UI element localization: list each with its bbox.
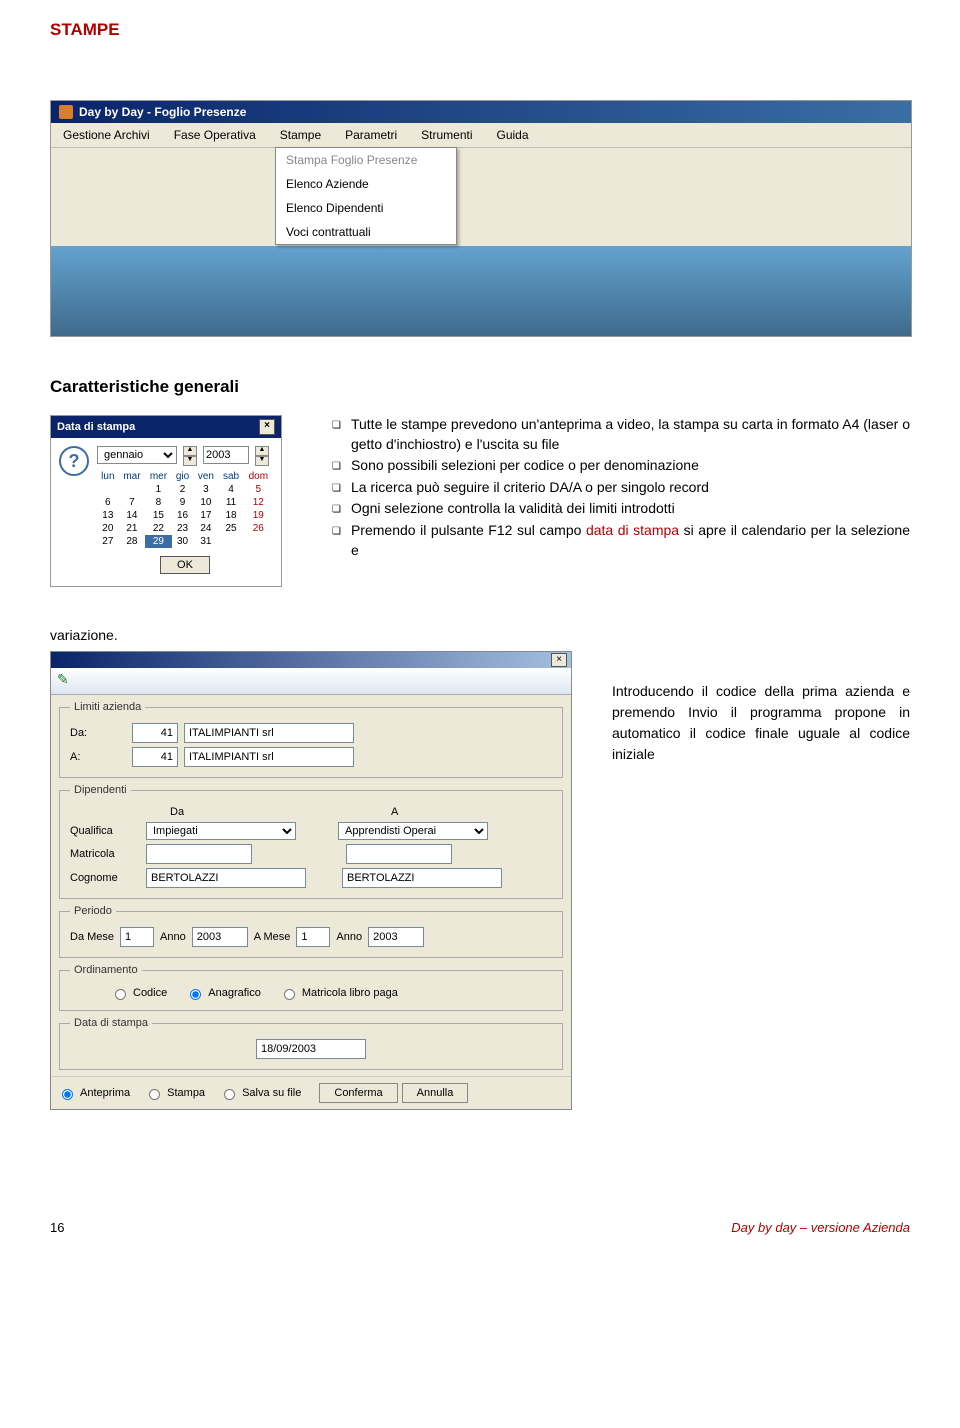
toolbar <box>51 668 571 695</box>
label-amese: A Mese <box>254 931 291 943</box>
dow-header: gio <box>172 470 194 483</box>
label-matricola: Matricola <box>70 848 140 860</box>
edit-icon[interactable] <box>57 671 77 691</box>
window-body <box>51 246 911 336</box>
cognome-da[interactable] <box>146 868 306 888</box>
data-stampa-legend: Data di stampa <box>70 1017 152 1029</box>
label-da: Da: <box>70 727 126 739</box>
menu-parametri[interactable]: Parametri <box>333 123 409 147</box>
menu-guida[interactable]: Guida <box>485 123 541 147</box>
menu-fase-operativa[interactable]: Fase Operativa <box>162 123 268 147</box>
question-icon: ? <box>59 446 89 476</box>
bullet-4: Ogni selezione controlla la validità dei… <box>332 499 910 519</box>
conferma-button[interactable]: Conferma <box>319 1083 397 1103</box>
dropdown-elenco-dipendenti[interactable]: Elenco Dipendenti <box>276 196 456 220</box>
periodo-fieldset: Periodo Da Mese Anno A Mese Anno <box>59 905 563 958</box>
dipendenti-legend: Dipendenti <box>70 784 131 796</box>
a-anno[interactable] <box>368 927 424 947</box>
ordinamento-legend: Ordinamento <box>70 964 142 976</box>
da-anno[interactable] <box>192 927 248 947</box>
radio-salva[interactable]: Salva su file <box>219 1086 301 1100</box>
calendar-grid[interactable]: lun mar mer gio ven sab dom 12345 678910… <box>97 470 273 548</box>
label-anno1: Anno <box>160 931 186 943</box>
calendar-title: Data di stampa <box>57 421 135 433</box>
periodo-legend: Periodo <box>70 905 116 917</box>
dow-header: sab <box>219 470 244 483</box>
dow-header: mer <box>145 470 172 483</box>
col-a: A <box>331 806 552 818</box>
print-form: × Limiti azienda Da: A: Dipendenti <box>50 651 572 1110</box>
radio-stampa[interactable]: Stampa <box>144 1086 205 1100</box>
limiti-azienda-fieldset: Limiti azienda Da: A: <box>59 701 563 778</box>
dow-header: mar <box>119 470 146 483</box>
col-da: Da <box>70 806 331 818</box>
year-input[interactable] <box>203 446 249 464</box>
az-a-name[interactable] <box>184 747 354 767</box>
da-mese[interactable] <box>120 927 154 947</box>
dropdown-elenco-aziende[interactable]: Elenco Aziende <box>276 172 456 196</box>
label-cognome: Cognome <box>70 872 140 884</box>
bullet-2: Sono possibili selezioni per codice o pe… <box>332 456 910 476</box>
az-a-code[interactable] <box>132 747 178 767</box>
menu-strumenti[interactable]: Strumenti <box>409 123 484 147</box>
dropdown-voci-contrattuali[interactable]: Voci contrattuali <box>276 220 456 244</box>
page-title: STAMPE <box>50 20 910 40</box>
data-stampa-input[interactable] <box>256 1039 366 1059</box>
page-number: 16 <box>50 1220 64 1235</box>
dow-header: lun <box>97 470 119 483</box>
label-a: A: <box>70 751 126 763</box>
bullet-3: La ricerca può seguire il criterio DA/A … <box>332 478 910 498</box>
bullet-5: Premendo il pulsante F12 sul campo data … <box>332 521 910 560</box>
dow-header: ven <box>193 470 218 483</box>
month-select[interactable]: gennaio <box>97 446 177 464</box>
calendar-dialog: Data di stampa × ? gennaio ▲▼ ▲▼ lun m <box>50 415 282 587</box>
window-title: Day by Day - Foglio Presenze <box>79 105 246 119</box>
az-da-name[interactable] <box>184 723 354 743</box>
section-heading: Caratteristiche generali <box>50 377 910 397</box>
matricola-da[interactable] <box>146 844 252 864</box>
close-icon[interactable]: × <box>259 419 275 435</box>
label-damese: Da Mese <box>70 931 114 943</box>
dow-header: dom <box>244 470 273 483</box>
menubar: Gestione Archivi Fase Operativa Stampe P… <box>51 123 911 148</box>
label-qualifica: Qualifica <box>70 825 140 837</box>
a-mese[interactable] <box>296 927 330 947</box>
feature-list: Tutte le stampe prevedono un'anteprima a… <box>312 415 910 562</box>
qualifica-a[interactable]: Apprendisti Operai <box>338 822 488 840</box>
az-da-code[interactable] <box>132 723 178 743</box>
dipendenti-fieldset: Dipendenti Da A Qualifica Impiegati Appr… <box>59 784 563 899</box>
radio-anteprima[interactable]: Anteprima <box>57 1086 130 1100</box>
annulla-button[interactable]: Annulla <box>402 1083 469 1103</box>
menu-stampe[interactable]: Stampe <box>268 123 333 147</box>
dropdown-stampa-foglio[interactable]: Stampa Foglio Presenze <box>276 148 456 172</box>
radio-codice[interactable]: Codice <box>110 986 167 1000</box>
java-icon <box>59 105 73 119</box>
close-icon[interactable]: × <box>551 653 567 667</box>
limiti-legend: Limiti azienda <box>70 701 145 713</box>
data-stampa-fieldset: Data di stampa <box>59 1017 563 1070</box>
variazione-text: variazione. <box>50 627 910 643</box>
window-titlebar: Day by Day - Foglio Presenze <box>51 101 911 123</box>
qualifica-da[interactable]: Impiegati <box>146 822 296 840</box>
app-window: Day by Day - Foglio Presenze Gestione Ar… <box>50 100 912 337</box>
footer-right: Day by day – versione Azienda <box>731 1220 910 1235</box>
ok-button[interactable]: OK <box>160 556 210 574</box>
matricola-a[interactable] <box>346 844 452 864</box>
stampe-dropdown: Stampa Foglio Presenze Elenco Aziende El… <box>275 147 457 245</box>
radio-anagrafico[interactable]: Anagrafico <box>185 986 261 1000</box>
side-explanation: Introducendo il codice della prima azien… <box>612 651 910 765</box>
month-spinner[interactable]: ▲▼ <box>183 446 197 466</box>
label-anno2: Anno <box>336 931 362 943</box>
menu-gestione-archivi[interactable]: Gestione Archivi <box>51 123 162 147</box>
bullet-1: Tutte le stampe prevedono un'anteprima a… <box>332 415 910 454</box>
radio-matricola[interactable]: Matricola libro paga <box>279 986 398 1000</box>
year-spinner[interactable]: ▲▼ <box>255 446 269 466</box>
ordinamento-fieldset: Ordinamento Codice Anagrafico Matricola … <box>59 964 563 1011</box>
cognome-a[interactable] <box>342 868 502 888</box>
